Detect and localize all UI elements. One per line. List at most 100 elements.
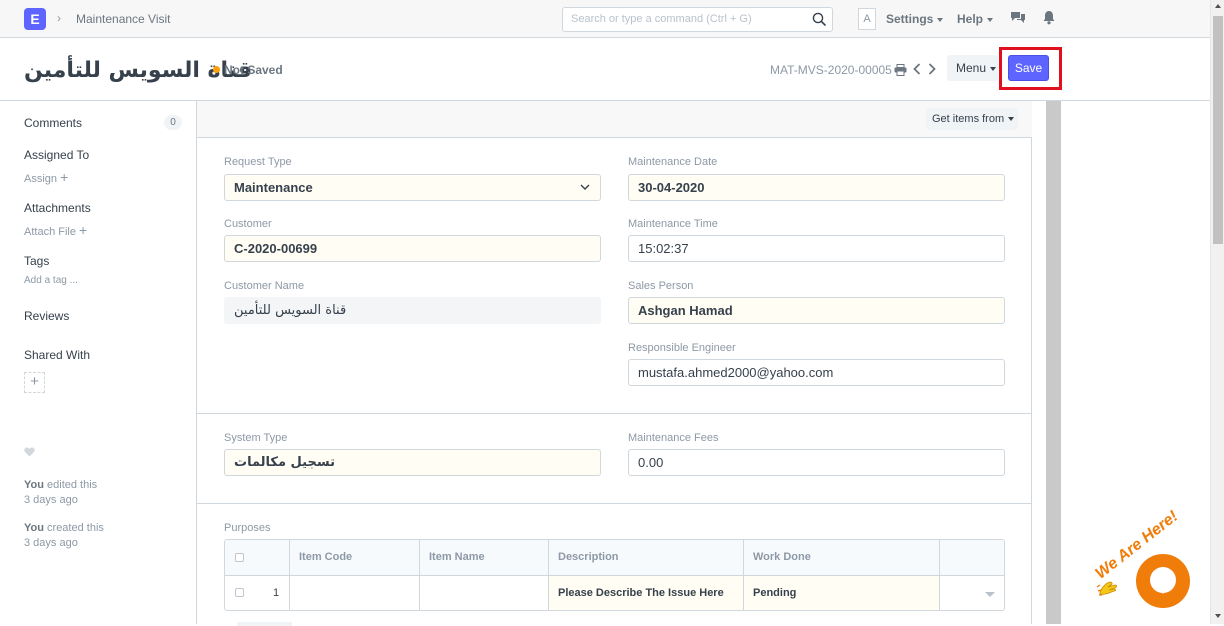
window-scrollbar[interactable] [1210,0,1224,624]
activity-time: 3 days ago [24,494,78,506]
system-type-field[interactable]: تسجيل مكالمات [224,449,601,476]
breadcrumb-maintenance-visit[interactable]: Maintenance Visit [76,12,171,26]
shared-with-label: Shared With [24,348,91,362]
responsible-engineer-field[interactable]: mustafa.ahmed2000@yahoo.com [628,359,1005,386]
like-heart-icon[interactable] [24,447,35,457]
table-header-checkbox-cell [225,540,290,576]
responsible-engineer-label: Responsible Engineer [628,342,736,354]
comments-count-badge: 0 [164,115,182,130]
reviews-label: Reviews [24,309,70,323]
maintenance-fees-field[interactable]: 0.00 [628,449,1005,476]
maintenance-time-field[interactable]: 15:02:37 [628,235,1005,262]
activity-action: edited this [47,479,98,491]
plus-icon: + [79,222,88,238]
chat-bubble-tail [1158,587,1168,594]
activity-who: You [24,522,44,534]
work-done-cell[interactable]: Pending [744,576,940,610]
column-header-work-done: Work Done [744,540,940,576]
row-checkbox[interactable] [235,588,244,597]
attach-file-label: Attach File [24,226,76,238]
settings-dropdown[interactable]: Settings [886,12,944,26]
assign-link[interactable]: Assign + [24,169,68,185]
chat-launcher-button[interactable] [1136,554,1190,608]
assign-label: Assign [24,173,58,185]
activity-time: 3 days ago [24,537,78,549]
get-items-label: Get items from [932,113,1005,125]
add-tag-input[interactable]: Add a tag ... [24,275,78,286]
form-sidebar: Comments 0 Assigned To Assign + Attachme… [0,101,197,624]
chevron-down-icon [580,184,590,190]
row-index: 1 [273,587,280,599]
row-actions-cell[interactable] [940,576,1004,610]
activity-action: created this [47,522,104,534]
waving-hand-icon [1096,581,1117,596]
breadcrumb-chevron-icon: › [57,11,61,25]
assigned-to-label: Assigned To [24,148,90,162]
system-type-label: System Type [224,432,288,444]
caret-down-icon [990,66,997,71]
scroll-down-arrow-icon[interactable] [1215,614,1221,618]
activity-item: You created this [24,522,104,534]
search-icon[interactable] [812,12,827,27]
customer-name-label: Customer Name [224,280,305,292]
document-name: MAT-MVS-2020-00005 [770,63,892,77]
customer-name-field: قناة السويس للتأمين [224,297,601,324]
request-type-select[interactable]: Maintenance [224,174,601,201]
section-divider [197,413,1032,414]
form-main: Get items from Request Type Maintenance … [197,101,1032,626]
sales-person-label: Sales Person [628,280,694,292]
status-dot [213,66,220,73]
plus-icon: + [60,169,69,185]
plus-icon: + [30,373,39,390]
maintenance-fees-label: Maintenance Fees [628,432,719,444]
print-icon[interactable] [894,64,907,76]
column-header-description: Description [549,540,744,576]
caret-down-icon [987,17,994,22]
previous-doc-icon[interactable] [913,63,921,75]
select-all-checkbox[interactable] [235,553,244,562]
maintenance-date-field[interactable]: 30-04-2020 [628,174,1005,201]
customer-field[interactable]: C-2020-00699 [224,235,601,262]
chat-bubbles-icon[interactable] [1010,10,1026,25]
awesomebar-search-input[interactable]: Search or type a command (Ctrl + G) [562,7,833,32]
navbar: E › Maintenance Visit Search or type a c… [0,0,1210,38]
section-divider [197,503,1032,504]
add-row-button[interactable] [237,622,292,626]
column-header-item-name: Item Name [420,540,549,576]
scroll-up-arrow-icon[interactable] [1215,4,1221,8]
customer-label: Customer [224,218,272,230]
form-scrollbar[interactable] [1046,101,1061,624]
help-label: Help [957,12,984,26]
column-header-item-code: Item Code [290,540,420,576]
scrollbar-thumb[interactable] [1213,16,1223,244]
comments-label[interactable]: Comments [24,116,82,130]
activity-item: You edited this [24,479,97,491]
sales-person-field[interactable]: Ashgan Hamad [628,297,1005,324]
column-header-actions [940,540,1004,576]
description-cell[interactable]: Please Describe The Issue Here [549,576,744,610]
page-head: قناة السويس للتأمين Not Saved MAT-MVS-20… [0,38,1210,101]
get-items-from-button[interactable]: Get items from [926,108,1018,130]
attachments-label: Attachments [24,201,91,215]
item-code-cell[interactable] [290,576,420,610]
purposes-label: Purposes [224,522,271,534]
user-avatar[interactable]: A [858,8,876,30]
next-doc-icon[interactable] [928,63,936,75]
row-expand-caret-icon[interactable] [985,592,995,597]
form-toolbar: Get items from [197,101,1032,138]
maintenance-time-label: Maintenance Time [628,218,718,230]
status-indicator: Not Saved [213,63,283,77]
add-share-button[interactable]: + [24,372,45,393]
item-name-cell[interactable] [420,576,549,610]
app-logo[interactable]: E [24,8,46,30]
menu-button[interactable]: Menu [947,55,998,81]
save-button[interactable]: Save [1008,55,1049,81]
attach-file-link[interactable]: Attach File + [24,222,87,238]
activity-who: You [24,479,44,491]
request-type-label: Request Type [224,156,292,168]
menu-label: Menu [956,61,987,75]
notifications-bell-icon[interactable] [1043,10,1055,25]
row-index-cell: 1 [225,576,290,610]
request-type-value: Maintenance [234,180,313,195]
help-dropdown[interactable]: Help [957,12,994,26]
